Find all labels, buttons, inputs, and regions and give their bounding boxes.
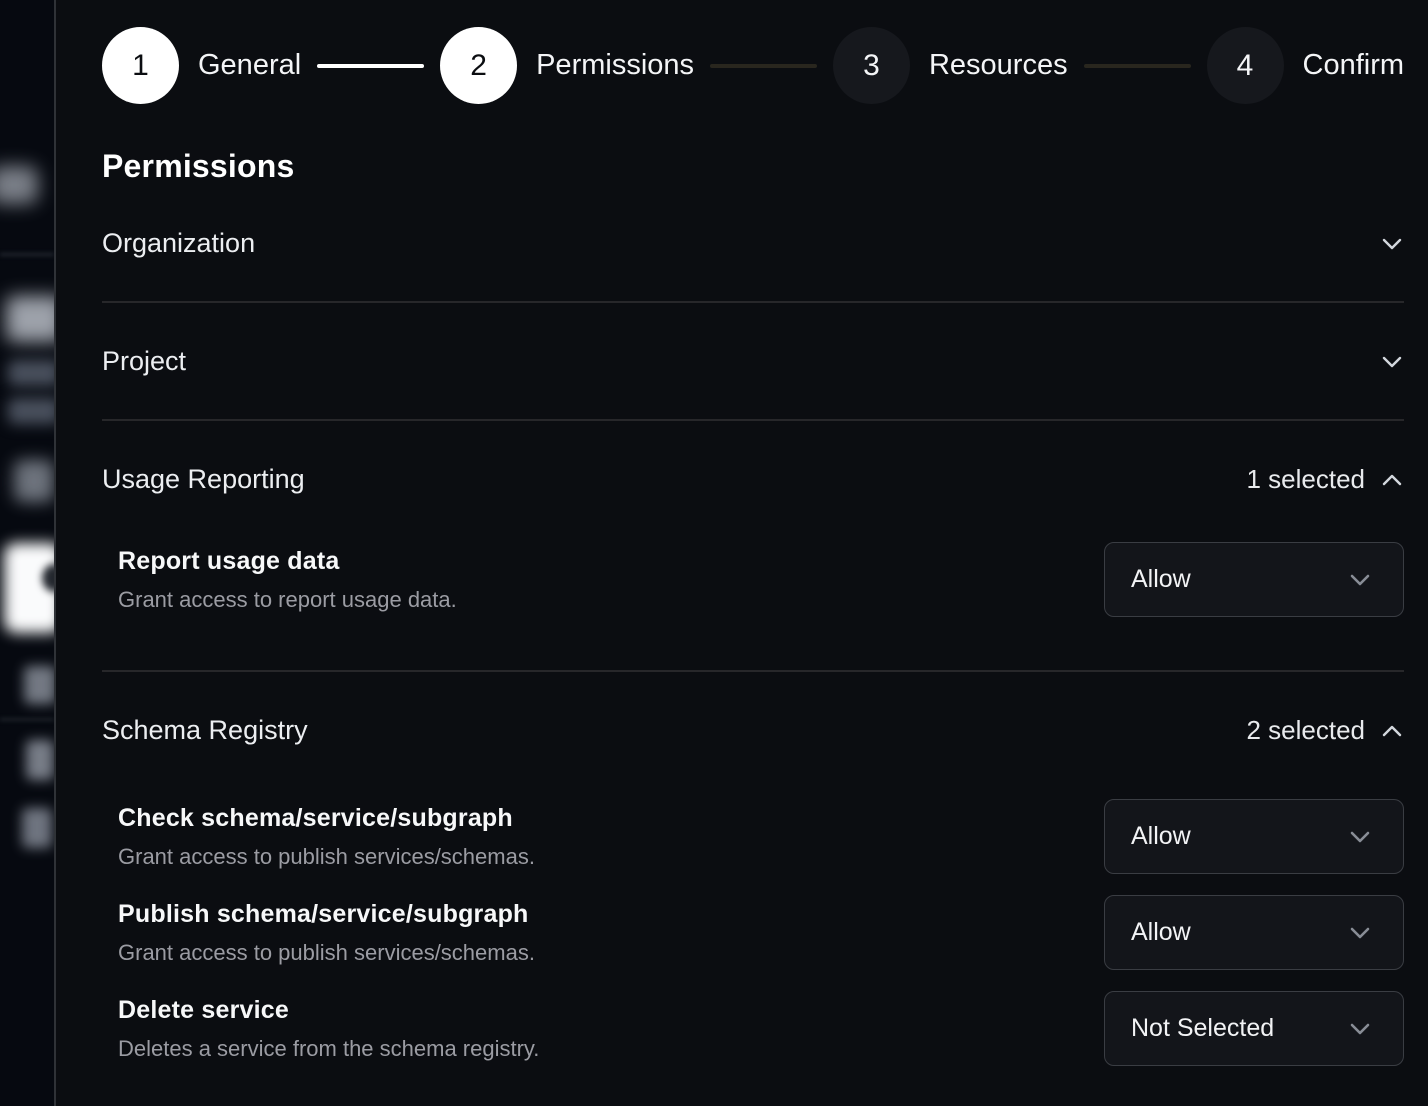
background-app-strip [0, 0, 54, 1106]
section-project-header[interactable]: Project [102, 303, 1404, 419]
permission-select-check-schema[interactable]: Allow [1104, 799, 1404, 874]
permission-rows: Report usage data Grant access to report… [102, 542, 1404, 670]
page-title: Permissions [102, 148, 1404, 185]
step-label: Permissions [536, 49, 694, 82]
chevron-up-icon [1380, 472, 1404, 488]
selected-count: 1 selected [1246, 464, 1365, 495]
permission-row-check-schema: Check schema/service/subgraph Grant acce… [118, 799, 1404, 874]
section-organization: Organization [102, 185, 1404, 303]
select-value: Allow [1131, 918, 1191, 947]
chevron-down-icon [1347, 925, 1373, 941]
section-label: Usage Reporting [102, 464, 305, 495]
section-usage-reporting-header[interactable]: Usage Reporting 1 selected [102, 421, 1404, 495]
section-project: Project [102, 303, 1404, 421]
permission-row-publish-schema: Publish schema/service/subgraph Grant ac… [118, 895, 1404, 970]
section-label: Schema Registry [102, 715, 308, 746]
permission-row-report-usage-data: Report usage data Grant access to report… [118, 542, 1404, 617]
section-schema-registry: Schema Registry 2 selected Check schema/… [102, 672, 1404, 1096]
background-blur-shape [8, 398, 54, 424]
background-blur-shape [24, 666, 54, 704]
chevron-down-icon [1347, 829, 1373, 845]
step-resources[interactable]: 3 Resources [833, 27, 1068, 104]
permission-select-publish-schema[interactable]: Allow [1104, 895, 1404, 970]
select-value: Not Selected [1131, 1014, 1274, 1043]
permission-title: Check schema/service/subgraph [118, 804, 535, 833]
background-blur-shape [8, 360, 54, 386]
step-general[interactable]: 1 General [102, 27, 301, 104]
permission-rows: Check schema/service/subgraph Grant acce… [102, 799, 1404, 1096]
create-token-wizard-modal: 1 General 2 Permissions 3 Resources 4 Co… [56, 0, 1428, 1106]
step-label: Resources [929, 49, 1068, 82]
permission-title: Report usage data [118, 547, 457, 576]
permission-description: Grant access to publish services/schemas… [118, 844, 535, 870]
select-value: Allow [1131, 565, 1191, 594]
permission-description: Grant access to report usage data. [118, 587, 457, 613]
step-number-badge: 4 [1207, 27, 1284, 104]
step-connector [710, 64, 817, 68]
section-label: Project [102, 346, 186, 377]
step-label: General [198, 49, 301, 82]
permission-description: Grant access to publish services/schemas… [118, 940, 535, 966]
section-schema-registry-header[interactable]: Schema Registry 2 selected [102, 672, 1404, 746]
permission-select-delete-service[interactable]: Not Selected [1104, 991, 1404, 1066]
permission-select-report-usage-data[interactable]: Allow [1104, 542, 1404, 617]
step-confirm[interactable]: 4 Confirm [1207, 27, 1405, 104]
step-permissions[interactable]: 2 Permissions [440, 27, 694, 104]
background-blur-shape [14, 460, 54, 502]
step-number-badge: 1 [102, 27, 179, 104]
permission-title: Publish schema/service/subgraph [118, 900, 535, 929]
chevron-down-icon [1347, 1021, 1373, 1037]
background-blur-divider [0, 253, 54, 256]
step-connector [1084, 64, 1191, 68]
background-blur-shape [26, 740, 54, 780]
chevron-down-icon [1347, 572, 1373, 588]
chevron-down-icon [1380, 236, 1404, 252]
chevron-down-icon [1380, 354, 1404, 370]
permission-title: Delete service [118, 996, 539, 1025]
permission-row-delete-service: Delete service Deletes a service from th… [118, 991, 1404, 1066]
chevron-up-icon [1380, 723, 1404, 739]
step-label: Confirm [1303, 49, 1405, 82]
section-label: Organization [102, 228, 255, 259]
step-number-badge: 2 [440, 27, 517, 104]
section-usage-reporting: Usage Reporting 1 selected Report usage … [102, 421, 1404, 672]
background-blur-shape [0, 166, 38, 204]
background-blur-shape [6, 296, 54, 342]
section-organization-header[interactable]: Organization [102, 185, 1404, 301]
selected-count: 2 selected [1246, 715, 1365, 746]
wizard-stepper: 1 General 2 Permissions 3 Resources 4 Co… [102, 27, 1404, 104]
background-blur-shape [22, 808, 52, 848]
step-connector [317, 64, 424, 68]
select-value: Allow [1131, 822, 1191, 851]
step-number-badge: 3 [833, 27, 910, 104]
background-blur-divider [0, 718, 54, 721]
permission-description: Deletes a service from the schema regist… [118, 1036, 539, 1062]
